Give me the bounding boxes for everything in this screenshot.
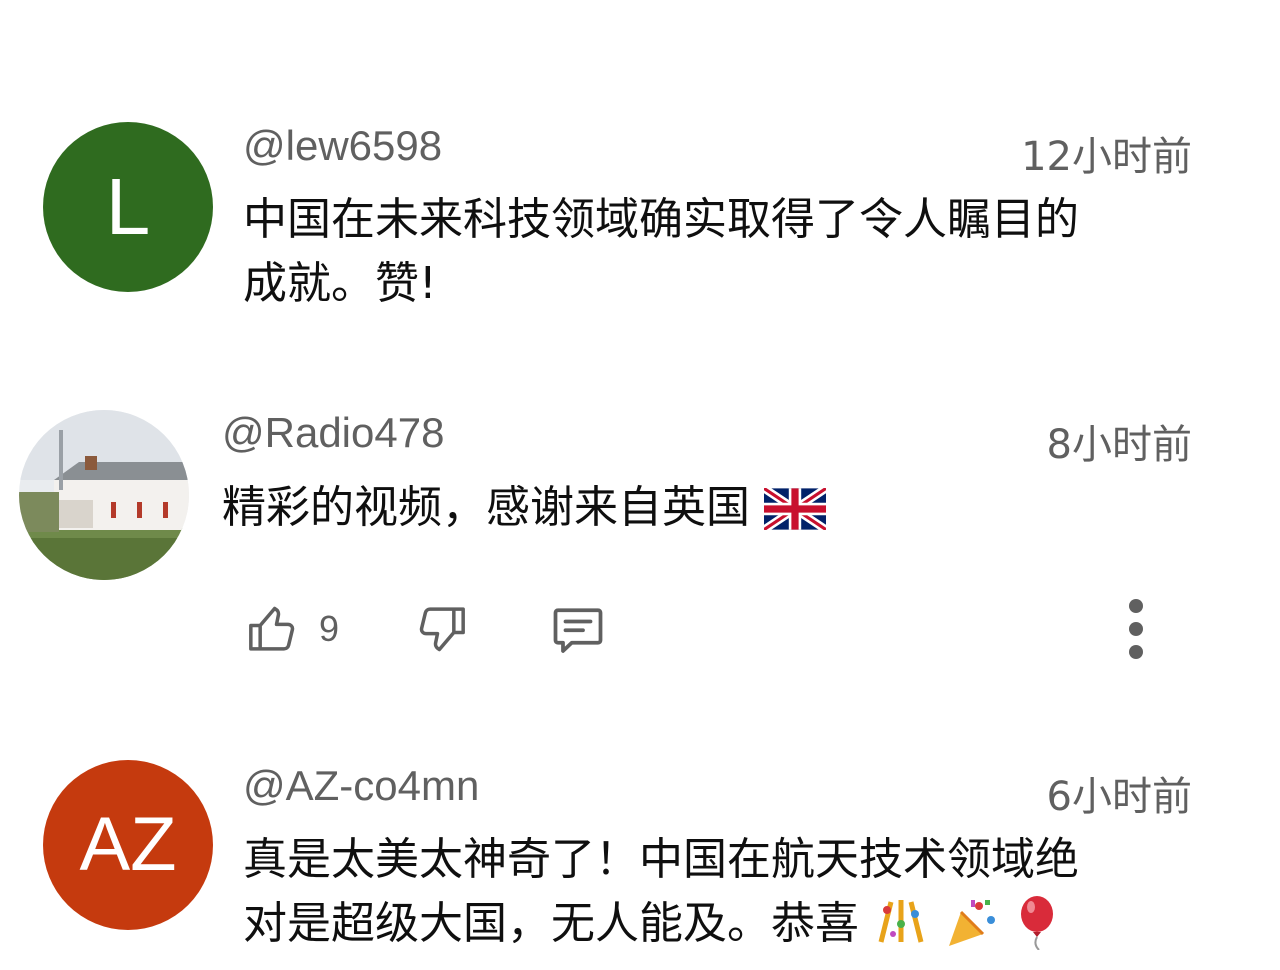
reply-button[interactable]	[548, 596, 608, 662]
dislike-icon	[419, 607, 465, 652]
author-name[interactable]: @Radio478	[222, 409, 444, 457]
comment-text-line: 真是太美太神奇了！中国在航天技术领域绝	[243, 834, 1079, 885]
author-name[interactable]: @AZ-co4mn	[243, 762, 479, 810]
comment-text-line: 对是超级大国，无人能及。恭喜	[243, 898, 859, 949]
comment-text-content: 精彩的视频，感谢来自英国	[222, 482, 750, 533]
balloon-icon	[1013, 894, 1061, 958]
more-vert-icon	[1129, 599, 1143, 659]
like-count: 9	[319, 608, 340, 649]
avatar-letter: AZ	[79, 802, 177, 887]
comment-text-line: 成就。赞!	[243, 258, 437, 309]
author-name[interactable]: @lew6598	[243, 122, 442, 170]
dislike-button[interactable]	[413, 596, 469, 662]
avatar-photo-icon	[19, 410, 189, 580]
party-popper-icon	[943, 894, 999, 958]
reply-icon	[553, 608, 603, 653]
more-options-button[interactable]	[1121, 596, 1151, 662]
comment-time: 12小时前	[1021, 134, 1192, 180]
comment-text-line: 中国在未来科技领域确实取得了令人瞩目的	[243, 194, 1079, 245]
comment-text-line-with-emoji: 对是超级大国，无人能及。恭喜	[243, 892, 1223, 958]
comment-text: 中国在未来科技领域确实取得了令人瞩目的 成就。赞!	[243, 188, 1203, 316]
like-button[interactable]: 9	[245, 596, 339, 662]
avatar-letter: L	[105, 162, 151, 251]
comments-page: L @lew6598 12小时前 中国在未来科技领域确实取得了令人瞩目的 成就。…	[0, 0, 1280, 970]
uk-flag-icon	[761, 478, 829, 542]
comment-text: 真是太美太神奇了！中国在航天技术领域绝 对是超级大国，无人能及。恭喜	[243, 828, 1223, 958]
avatar[interactable]	[19, 410, 189, 580]
comment-time: 6小时前	[1046, 774, 1192, 820]
like-icon	[249, 606, 295, 651]
comment-text: 精彩的视频，感谢来自英国	[222, 476, 1202, 542]
comment-time: 8小时前	[1046, 422, 1192, 468]
avatar[interactable]: L	[43, 122, 213, 292]
comment-actions: 9	[245, 596, 1195, 662]
avatar[interactable]: AZ	[43, 760, 213, 930]
confetti-icon	[873, 894, 929, 958]
